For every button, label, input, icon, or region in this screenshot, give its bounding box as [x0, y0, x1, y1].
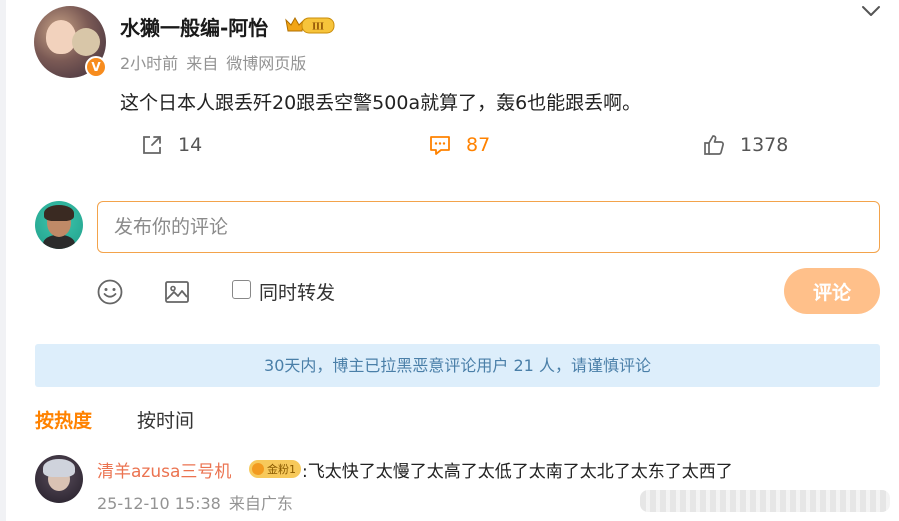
current-user-avatar	[35, 201, 83, 249]
blacklist-notice: 30天内，博主已拉黑恶意评论用户 21 人，请谨慎评论	[35, 344, 880, 387]
commenter-avatar[interactable]	[35, 455, 83, 503]
like-count: 1378	[740, 134, 789, 156]
verified-badge-icon: V	[85, 56, 107, 78]
submit-comment-button[interactable]: 评论	[784, 268, 880, 314]
repost-button[interactable]: 14	[140, 132, 202, 158]
chevron-down-icon[interactable]	[860, 2, 882, 20]
comment-meta: 25-12-10 15:38 来自广东	[97, 490, 301, 514]
left-edge-strip	[0, 0, 6, 521]
tab-sort-by-hot[interactable]: 按热度	[35, 406, 92, 433]
fan-badge[interactable]: 金粉1	[249, 460, 301, 478]
avatar-plush	[72, 28, 100, 56]
repost-checkbox-label[interactable]: 同时转发	[259, 278, 335, 305]
post-time[interactable]: 2小时前	[120, 54, 178, 73]
emoji-icon[interactable]	[96, 278, 124, 306]
comment-text: :飞太快了太慢了太高了太低了太南了太北了太东了太西了	[302, 462, 733, 482]
avatar-body	[43, 235, 75, 249]
comment-date: 25-12-10 15:38	[97, 494, 221, 513]
comment-location: 来自广东	[228, 494, 293, 513]
avatar-face	[46, 20, 76, 54]
avatar-hair	[44, 205, 74, 221]
vip-level-text: III	[312, 22, 324, 33]
comment-icon	[430, 136, 450, 155]
commenter-name[interactable]: 清羊azusa三号机	[97, 457, 231, 482]
repost-count: 14	[178, 134, 203, 156]
repost-checkbox[interactable]	[232, 280, 251, 299]
tab-sort-by-time[interactable]: 按时间	[137, 406, 194, 433]
vip-crown-badge-icon[interactable]: III	[284, 14, 336, 36]
image-icon[interactable]	[163, 278, 191, 306]
like-button[interactable]: 1378	[702, 132, 788, 158]
repost-icon	[143, 136, 161, 154]
comment-actions-blurred	[640, 490, 890, 512]
comment-button[interactable]: 87	[428, 132, 490, 158]
comment-count: 87	[466, 134, 491, 156]
post-meta: 2小时前 来自 微博网页版	[120, 50, 314, 74]
post-source-prefix: 来自	[186, 54, 219, 73]
fan-badge-icon	[252, 463, 264, 475]
avatar-hair	[43, 459, 75, 477]
thumbs-up-icon	[704, 135, 724, 155]
fan-badge-label: 金粉1	[267, 463, 296, 476]
author-name[interactable]: 水獭一般编-阿怡	[120, 12, 268, 41]
post-text: 这个日本人跟丢歼20跟丢空警500a就算了，轰6也能跟丢啊。	[120, 92, 642, 114]
post-source: 微博网页版	[226, 54, 307, 73]
comment-input[interactable]	[97, 201, 880, 253]
